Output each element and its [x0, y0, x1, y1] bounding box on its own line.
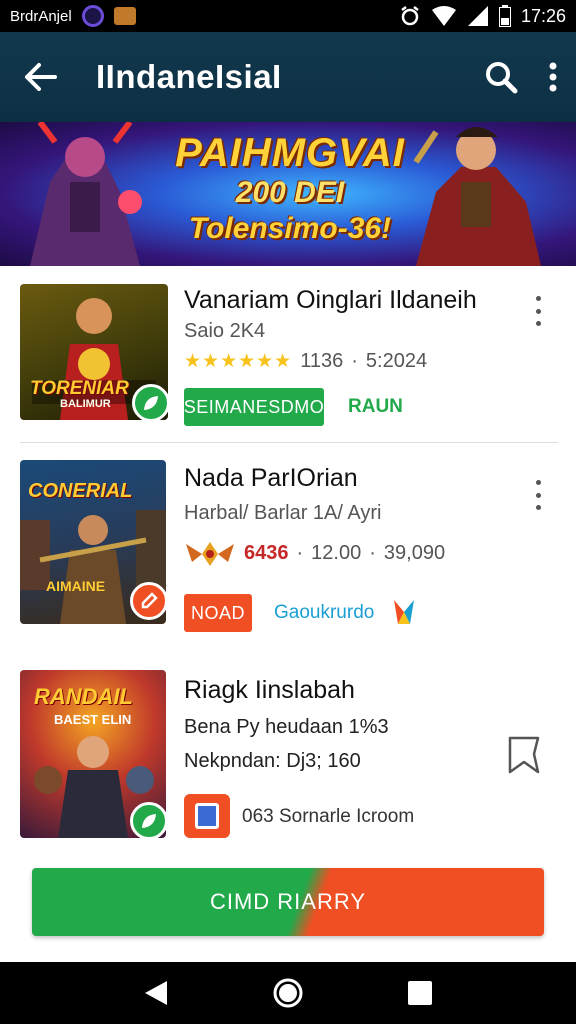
- app-toolbar: IIndaneIsiaI: [0, 32, 576, 122]
- signal-icon: [467, 6, 488, 26]
- alarm-icon: [401, 6, 419, 26]
- app-thumbnail[interactable]: CONERIAL AIMAINE: [20, 460, 166, 624]
- wifi-icon: [431, 6, 456, 26]
- arrow-left-icon: [25, 63, 57, 91]
- footer-text: 063 Sornarle Icroom: [242, 806, 415, 827]
- more-vert-icon: [549, 62, 557, 92]
- install-badge[interactable]: [132, 384, 168, 420]
- item-more-button[interactable]: [530, 296, 546, 326]
- nav-back-button[interactable]: [136, 973, 176, 1013]
- app-stat-a: 12.00: [311, 541, 362, 564]
- banner-tagline: Tolensimo-36!: [188, 212, 392, 245]
- app-meta: Nekpndan: Dj3; 160: [184, 750, 361, 772]
- run-link[interactable]: RAUN: [348, 396, 403, 418]
- thumb-subcaption: BAEST ELIN: [54, 712, 132, 727]
- banner-warrior-right-image: [413, 127, 541, 266]
- status-bar: BrdrAnjel 17:26: [0, 0, 576, 32]
- page-title: IIndaneIsiaI: [96, 58, 282, 95]
- list-item[interactable]: TORENIAR BALIMUR Vanariam Oinglari Ildan…: [0, 266, 576, 442]
- triangle-back-icon: [145, 981, 167, 1005]
- list-item[interactable]: RANDAIL BAEST ELIN Riagk Iinslabah Bena …: [0, 660, 576, 850]
- thumb-caption: TORENIAR: [30, 378, 129, 399]
- search-button[interactable]: [484, 60, 518, 94]
- item-more-button[interactable]: [530, 480, 546, 510]
- system-nav-bar: [0, 962, 576, 1024]
- app-price-row: 6436 · 12.00 · 39,090: [184, 536, 445, 570]
- multicolor-logo-icon: [394, 600, 414, 624]
- notification-app-icon: [81, 5, 104, 27]
- list-item[interactable]: CONERIAL AIMAINE Nada ParIOrian Harbal/ …: [0, 444, 576, 640]
- carrier-label: BrdrAnjel: [10, 7, 72, 25]
- thumb-subcaption: BALIMUR: [60, 398, 111, 410]
- app-price: 6436: [244, 541, 289, 564]
- list-divider: [20, 442, 558, 443]
- thumb-caption: CONERIAL: [28, 480, 133, 502]
- circle-home-icon: [273, 978, 303, 1008]
- app-subtitle: Harbal/ Barlar 1A/ Ayri: [184, 502, 382, 524]
- app-title[interactable]: Nada ParIOrian: [184, 464, 358, 493]
- banner-headline: PAIHMGVAI: [175, 131, 405, 175]
- thumb-caption: RANDAIL: [34, 684, 133, 709]
- bookmark-button[interactable]: [504, 734, 544, 781]
- square-recents-icon: [408, 981, 432, 1005]
- app-rating-row: ★★★★★★ 1136 · 5:2024: [184, 350, 428, 372]
- winged-emblem-icon: [186, 542, 234, 566]
- app-thumbnail[interactable]: TORENIAR BALIMUR: [20, 284, 168, 420]
- rating-count: 1136: [300, 350, 344, 372]
- leaf-icon: [142, 814, 156, 828]
- bookmark-icon: [508, 736, 540, 774]
- nav-home-button[interactable]: [268, 973, 308, 1013]
- app-thumbnail[interactable]: RANDAIL BAEST ELIN: [20, 670, 166, 838]
- category-link[interactable]: Gaoukrurdo: [274, 602, 374, 624]
- game-icon-button[interactable]: [184, 794, 230, 838]
- battery-icon: [498, 5, 511, 27]
- clock: 17:26: [520, 5, 566, 26]
- rating-stars: ★★★★★★: [184, 351, 293, 372]
- notification-game-icon: [113, 7, 136, 25]
- pencil-icon: [141, 592, 158, 609]
- thumb-subcaption: AIMAINE: [46, 578, 106, 594]
- nav-recents-button[interactable]: [400, 973, 440, 1013]
- overflow-menu-button[interactable]: [548, 62, 558, 92]
- banner-subline: 200 DEI: [235, 176, 345, 209]
- app-stat: 5:2024: [365, 350, 428, 372]
- install-badge[interactable]: [130, 802, 166, 838]
- load-button[interactable]: NOAD: [184, 594, 252, 632]
- app-subtitle: Bena Py heudaan 1%3: [184, 716, 389, 738]
- app-subtitle: Saio 2K4: [184, 320, 266, 342]
- app-title[interactable]: Riagk Iinslabah: [184, 676, 355, 705]
- edit-badge[interactable]: [130, 582, 166, 620]
- app-stat-b: 39,090: [383, 541, 446, 564]
- game-card-icon: [195, 803, 219, 829]
- back-button[interactable]: [18, 55, 62, 99]
- leaf-icon: [144, 396, 158, 410]
- app-title[interactable]: Vanariam Oinglari Ildaneih: [184, 286, 477, 315]
- primary-cta-button[interactable]: CIMD RIARRY: [32, 868, 544, 936]
- promo-banner[interactable]: PAIHMGVAI 200 DEI Tolensimo-36!: [0, 122, 576, 266]
- install-button[interactable]: SEIMANESDMO: [184, 388, 324, 426]
- search-icon: [486, 62, 518, 94]
